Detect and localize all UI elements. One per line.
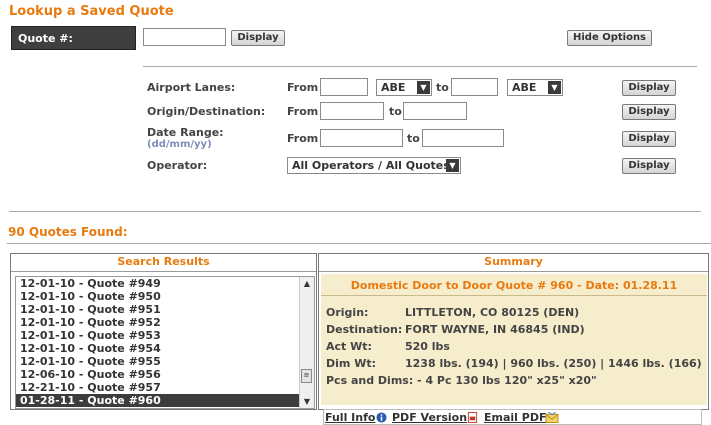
- summary-links: Full Info PDF Version Email PDF: [323, 409, 702, 425]
- date-range-label: Date Range:: [147, 126, 224, 139]
- destination-value: FORT WAYNE, IN 46845 (IND): [405, 323, 585, 336]
- origin-destination-label: Origin/Destination:: [147, 105, 266, 118]
- airport-to-select[interactable]: ABE ▼: [507, 79, 563, 96]
- quote-display-button[interactable]: Display: [231, 30, 285, 46]
- airport-to-input[interactable]: [451, 78, 498, 96]
- operator-display-button[interactable]: Display: [622, 158, 676, 174]
- hide-options-button[interactable]: Hide Options: [567, 30, 652, 46]
- origin-to-label: to: [389, 105, 402, 118]
- pdf-version-link[interactable]: PDF Version: [392, 411, 467, 424]
- list-item[interactable]: 12-01-10 - Quote #951: [16, 303, 300, 316]
- divider: [143, 66, 697, 67]
- actual-weight-value: 520 lbs: [405, 340, 450, 353]
- summary-divider: [321, 295, 707, 296]
- dim-weight-value: 1238 lbs. (194) | 960 lbs. (250) | 1446 …: [405, 357, 702, 370]
- list-item[interactable]: 12-01-10 - Quote #952: [16, 316, 300, 329]
- scroll-thumb[interactable]: ≡: [301, 369, 312, 383]
- origin-display-button[interactable]: Display: [622, 104, 676, 120]
- airport-from-input[interactable]: [320, 78, 368, 96]
- operator-select[interactable]: All Operators / All Quotes ▼: [287, 157, 461, 174]
- quote-number-label: Quote #:: [11, 26, 136, 50]
- list-item[interactable]: 12-01-10 - Quote #953: [16, 329, 300, 342]
- email-icon[interactable]: [545, 412, 559, 423]
- date-to-input[interactable]: [422, 129, 504, 147]
- chevron-down-icon: ▼: [548, 81, 561, 94]
- airport-from-label: From: [287, 81, 319, 94]
- operator-label: Operator:: [147, 159, 208, 172]
- summary-title: Domestic Door to Door Quote # 960 - Date…: [350, 279, 678, 292]
- actual-weight-label: Act Wt:: [326, 340, 372, 353]
- list-item[interactable]: 12-01-10 - Quote #949: [16, 277, 300, 290]
- divider: [7, 243, 711, 244]
- divider: [9, 211, 701, 212]
- date-display-button[interactable]: Display: [622, 131, 676, 147]
- list-item[interactable]: 12-06-10 - Quote #956: [16, 368, 300, 381]
- origin-from-input[interactable]: [320, 102, 384, 120]
- full-info-link[interactable]: Full Info: [325, 411, 375, 424]
- airport-from-select-value: ABE: [381, 81, 406, 94]
- dim-weight-label: Dim Wt:: [326, 357, 376, 370]
- pdf-icon[interactable]: [467, 412, 478, 423]
- airport-to-label: to: [436, 81, 449, 94]
- chevron-down-icon: ▼: [417, 81, 430, 94]
- email-pdf-link[interactable]: Email PDF: [484, 411, 546, 424]
- info-icon[interactable]: [376, 412, 387, 423]
- search-results-header: Search Results: [11, 254, 316, 272]
- destination-label: Destination:: [326, 323, 403, 336]
- summary-panel: Summary Domestic Door to Door Quote # 96…: [318, 253, 709, 425]
- date-to-label: to: [407, 132, 420, 145]
- airport-lanes-label: Airport Lanes:: [147, 81, 236, 94]
- airport-display-button[interactable]: Display: [622, 80, 676, 96]
- date-from-label: From: [287, 132, 319, 145]
- results-count: 90 Quotes Found:: [8, 225, 128, 239]
- airport-to-select-value: ABE: [512, 81, 537, 94]
- origin-to-input[interactable]: [403, 102, 467, 120]
- summary-header: Summary: [319, 254, 708, 272]
- list-item[interactable]: 12-01-10 - Quote #954: [16, 342, 300, 355]
- date-format-hint: (dd/mm/yy): [147, 139, 212, 150]
- origin-label: Origin:: [326, 306, 369, 319]
- page-title: Lookup a Saved Quote: [9, 4, 174, 19]
- airport-from-select[interactable]: ABE ▼: [376, 79, 432, 96]
- origin-value: LITTLETON, CO 80125 (DEN): [405, 306, 580, 319]
- list-item[interactable]: 12-01-10 - Quote #950: [16, 290, 300, 303]
- scroll-down-icon[interactable]: ▼: [300, 395, 314, 408]
- list-item[interactable]: 12-21-10 - Quote #957: [16, 381, 300, 394]
- search-results-list[interactable]: 12-01-10 - Quote #949 12-01-10 - Quote #9…: [15, 276, 315, 409]
- scroll-up-icon[interactable]: ▲: [300, 277, 314, 290]
- date-from-input[interactable]: [320, 129, 403, 147]
- pieces-dims: Pcs and Dims: - 4 Pc 130 lbs 120" x25" x…: [326, 374, 597, 387]
- search-results-panel: Search Results 12-01-10 - Quote #949 12-0…: [10, 253, 317, 410]
- quote-number-input[interactable]: [143, 28, 226, 46]
- operator-select-value: All Operators / All Quotes: [292, 159, 450, 172]
- summary-body: Domestic Door to Door Quote # 960 - Date…: [321, 274, 707, 425]
- results-scrollbar[interactable]: ▲ ≡ ▼: [299, 277, 314, 408]
- chevron-down-icon: ▼: [446, 159, 459, 172]
- origin-from-label: From: [287, 105, 319, 118]
- list-item[interactable]: 01-28-11 - Quote #960: [16, 394, 300, 407]
- list-item[interactable]: 12-01-10 - Quote #955: [16, 355, 300, 368]
